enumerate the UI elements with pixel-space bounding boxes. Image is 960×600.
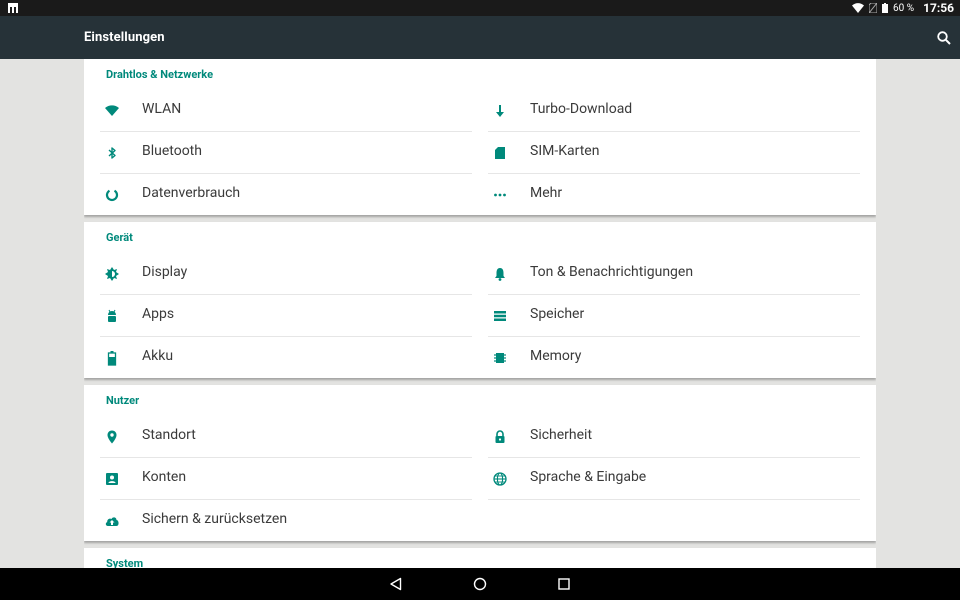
setting-label: Speicher (530, 306, 585, 322)
setting-label: Sichern & zurücksetzen (142, 511, 288, 527)
setting-storage[interactable]: Speicher (488, 295, 860, 337)
setting-label: Akku (142, 348, 174, 364)
setting-data-usage[interactable]: Datenverbrauch (100, 174, 472, 216)
setting-label: SIM-Karten (530, 143, 600, 159)
setting-location[interactable]: Standort (100, 416, 472, 458)
battery-status-icon (882, 3, 889, 13)
battery-icon (104, 350, 120, 366)
navigation-bar (0, 568, 960, 600)
android-icon (104, 308, 120, 324)
setting-label: Datenverbrauch (142, 185, 241, 201)
setting-memory[interactable]: Memory (488, 337, 860, 379)
setting-accounts[interactable]: Konten (100, 458, 472, 500)
no-sim-icon (869, 3, 878, 13)
section-user: Nutzer Standort Konten Sichern & zurücks… (84, 385, 876, 541)
search-icon[interactable] (936, 30, 952, 46)
setting-label: Memory (530, 348, 582, 364)
settings-list: Drahtlos & Netzwerke WLAN Bluetooth Date… (84, 59, 876, 568)
setting-wlan[interactable]: WLAN (100, 90, 472, 132)
wifi-icon (104, 103, 120, 119)
setting-label: Ton & Benachrichtigungen (530, 264, 694, 280)
app-toolbar: Einstellungen (0, 16, 960, 59)
setting-security[interactable]: Sicherheit (488, 416, 860, 458)
setting-label: Konten (142, 469, 187, 485)
setting-sound-notifications[interactable]: Ton & Benachrichtigungen (488, 253, 860, 295)
setting-label: Turbo-Download (530, 101, 633, 117)
page-title: Einstellungen (84, 30, 165, 45)
sim-card-icon (492, 145, 508, 161)
bell-icon (492, 266, 508, 282)
wifi-status-icon (852, 3, 865, 13)
setting-label: Sprache & Eingabe (530, 469, 647, 485)
section-title: Drahtlos & Netzwerke (106, 68, 214, 81)
setting-label: Apps (142, 306, 175, 322)
setting-sim-cards[interactable]: SIM-Karten (488, 132, 860, 174)
setting-display[interactable]: Display (100, 253, 472, 295)
battery-percent: 60 % (893, 2, 915, 14)
setting-label: Sicherheit (530, 427, 593, 443)
setting-label: Display (142, 264, 188, 280)
setting-label: Standort (142, 427, 196, 443)
setting-label: Bluetooth (142, 143, 202, 159)
cloud-upload-icon (104, 513, 120, 529)
memory-chip-icon (492, 350, 508, 366)
location-pin-icon (104, 429, 120, 445)
more-dots-icon (492, 187, 508, 203)
setting-language-input[interactable]: Sprache & Eingabe (488, 458, 860, 500)
setting-battery[interactable]: Akku (100, 337, 472, 379)
setting-turbo-download[interactable]: Turbo-Download (488, 90, 860, 132)
storage-icon (492, 308, 508, 324)
brightness-icon (104, 266, 120, 282)
section-wireless-networks: Drahtlos & Netzwerke WLAN Bluetooth Date… (84, 59, 876, 215)
section-title: System (106, 557, 144, 568)
account-box-icon (104, 471, 120, 487)
section-title: Gerät (106, 231, 133, 244)
setting-apps[interactable]: Apps (100, 295, 472, 337)
setting-bluetooth[interactable]: Bluetooth (100, 132, 472, 174)
bluetooth-icon (104, 145, 120, 161)
recents-button[interactable] (556, 576, 572, 592)
back-button[interactable] (388, 576, 404, 592)
home-button[interactable] (472, 576, 488, 592)
setting-more[interactable]: Mehr (488, 174, 860, 216)
setting-label: Mehr (530, 185, 563, 201)
section-system: System (84, 548, 876, 568)
clock: 17:56 (923, 1, 954, 15)
divider (488, 499, 860, 500)
setting-backup-reset[interactable]: Sichern & zurücksetzen (100, 500, 472, 542)
lock-icon (492, 429, 508, 445)
download-arrow-icon (492, 103, 508, 119)
status-bar: 60 % 17:56 (0, 0, 960, 16)
section-title: Nutzer (106, 394, 140, 407)
globe-icon (492, 471, 508, 487)
data-usage-icon (104, 187, 120, 203)
setting-label: WLAN (142, 101, 182, 117)
notification-icon (8, 3, 18, 13)
section-device: Gerät Display Apps Akku Ton & Benachrich… (84, 222, 876, 378)
